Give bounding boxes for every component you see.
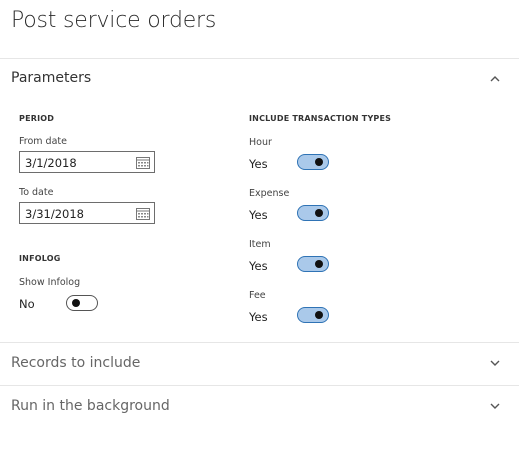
from-date-field[interactable]: 3/1/2018	[19, 151, 155, 173]
transaction-types-group-label: INCLUDE TRANSACTION TYPES	[249, 114, 392, 123]
section-title-background: Run in the background	[11, 398, 170, 414]
toggle-knob	[315, 311, 323, 319]
expense-label: Expense	[249, 188, 290, 199]
hour-toggle[interactable]	[297, 154, 329, 170]
item-label: Item	[249, 239, 271, 250]
fee-value: Yes	[249, 310, 268, 324]
item-toggle[interactable]	[297, 256, 329, 272]
fee-label: Fee	[249, 290, 266, 301]
chevron-up-icon[interactable]	[489, 73, 501, 85]
records-section-header[interactable]: Records to include	[0, 344, 519, 382]
hour-value: Yes	[249, 157, 268, 171]
show-infolog-label: Show Infolog	[19, 277, 81, 288]
period-group-label: PERIOD	[19, 114, 55, 123]
hour-label: Hour	[249, 137, 272, 148]
expense-value: Yes	[249, 208, 268, 222]
chevron-down-icon[interactable]	[489, 400, 501, 412]
toggle-knob	[72, 299, 80, 307]
page-title: Post service orders	[11, 8, 217, 33]
item-value: Yes	[249, 259, 268, 273]
show-infolog-toggle[interactable]	[66, 295, 98, 311]
divider	[0, 58, 519, 59]
calendar-icon[interactable]	[136, 207, 150, 220]
expense-toggle[interactable]	[297, 205, 329, 221]
toggle-knob	[315, 209, 323, 217]
divider	[0, 342, 519, 343]
show-infolog-value: No	[19, 297, 35, 311]
toggle-knob	[315, 260, 323, 268]
toggle-knob	[315, 158, 323, 166]
from-date-value: 3/1/2018	[25, 156, 77, 170]
to-date-field[interactable]: 3/31/2018	[19, 202, 155, 224]
calendar-icon[interactable]	[136, 156, 150, 169]
background-section-header[interactable]: Run in the background	[0, 387, 519, 425]
fee-toggle[interactable]	[297, 307, 329, 323]
to-date-value: 3/31/2018	[25, 207, 84, 221]
to-date-label: To date	[19, 187, 54, 198]
section-title-records: Records to include	[11, 355, 141, 371]
from-date-label: From date	[19, 136, 67, 147]
divider	[0, 385, 519, 386]
section-title-parameters: Parameters	[11, 70, 92, 86]
parameters-section-header[interactable]: Parameters	[0, 60, 519, 98]
infolog-group-label: INFOLOG	[19, 254, 61, 263]
chevron-down-icon[interactable]	[489, 357, 501, 369]
